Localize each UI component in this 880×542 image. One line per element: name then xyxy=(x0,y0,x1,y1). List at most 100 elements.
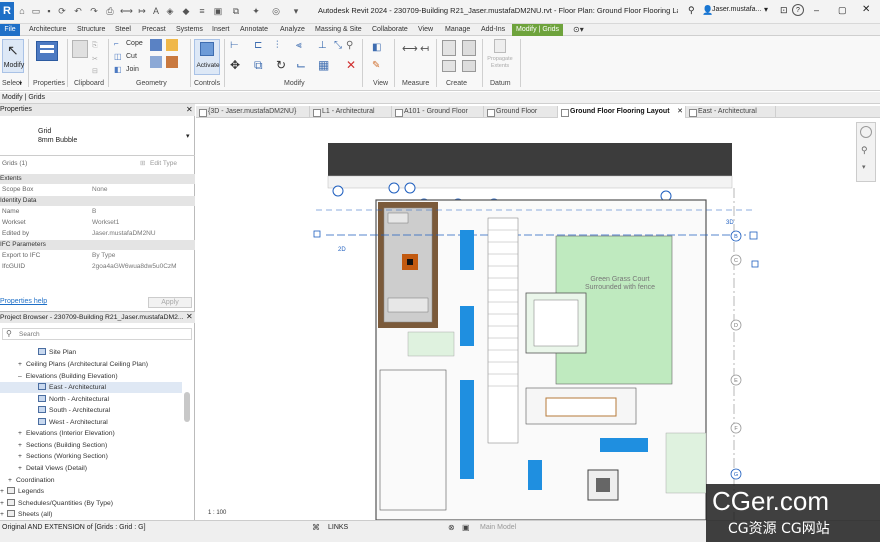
join-icon[interactable]: ◧ xyxy=(114,65,122,74)
cope-label[interactable]: Cope xyxy=(126,40,143,47)
workset-icon[interactable]: ⊗ xyxy=(448,523,455,532)
copy-icon[interactable]: ⎘ xyxy=(92,42,98,50)
workset-row[interactable]: Workset Workset1 xyxy=(0,217,195,228)
tab-annotate[interactable]: Annotate xyxy=(240,24,268,36)
section-icon[interactable]: ◆ xyxy=(180,5,192,17)
delete-icon[interactable]: ✕ xyxy=(346,58,356,72)
mirror-axis-icon[interactable]: ⫶ xyxy=(276,40,279,51)
create-assembly-icon[interactable] xyxy=(442,40,456,56)
ifc-section[interactable]: IFC Parameters xyxy=(0,240,195,250)
tab-modify-grids[interactable]: Modify | Grids xyxy=(512,24,564,36)
wall-joins-icon[interactable] xyxy=(150,39,162,51)
cut-label[interactable]: Cut xyxy=(126,53,137,60)
offset-icon[interactable]: ⊏ xyxy=(254,40,262,51)
expand-icon[interactable]: + xyxy=(0,511,4,518)
home-icon[interactable]: ⌂ xyxy=(16,5,28,17)
view-tab-east-architectural[interactable]: East - Architectural xyxy=(686,106,776,118)
view-tab-l1-architectural[interactable]: L1 - Architectural xyxy=(310,106,392,118)
nav-dropdown-icon[interactable]: ▾ xyxy=(862,163,866,171)
browser-item-site-plan[interactable]: Site Plan xyxy=(38,347,76,358)
browser-search-input[interactable] xyxy=(19,330,179,339)
browser-close-icon[interactable]: ✕ xyxy=(186,312,193,321)
browser-search-box[interactable]: ⚲ xyxy=(2,328,192,340)
browser-item-ceiling-plans[interactable]: + Ceiling Plans (Architectural Ceiling Pl… xyxy=(18,359,148,370)
split-icon[interactable]: ⊥ xyxy=(318,40,327,51)
tab-file[interactable]: File xyxy=(0,24,20,36)
close-icon[interactable]: ✕ xyxy=(862,4,870,15)
browser-item-legends[interactable]: + Legends xyxy=(0,486,44,497)
browser-item-detail-views[interactable]: + Detail Views (Detail) xyxy=(18,463,87,474)
ifcguid-value[interactable]: 2goa4aGW6wua8dw5u0CzM xyxy=(92,261,177,272)
tab-massing-site[interactable]: Massing & Site xyxy=(315,24,362,36)
undo-icon[interactable]: ↶ xyxy=(72,5,84,17)
properties-close-icon[interactable]: ✕ xyxy=(186,105,193,114)
override-graphics-icon[interactable]: ✎ xyxy=(372,60,380,71)
help-icon[interactable]: ? xyxy=(792,4,804,16)
browser-item-south-architectural[interactable]: South - Architectural xyxy=(38,405,110,416)
cut-icon[interactable]: ◫ xyxy=(114,52,122,61)
measure-tool-icon[interactable]: ⟷ xyxy=(402,42,418,55)
view-scale[interactable]: 1 : 100 xyxy=(208,510,227,516)
scope-box-row[interactable]: Scope Box None xyxy=(0,184,195,195)
edit-type-icon[interactable]: ⊞ xyxy=(140,158,145,169)
collapse-icon[interactable]: – xyxy=(18,373,22,380)
browser-item-west-architectural[interactable]: West - Architectural xyxy=(38,417,108,428)
properties-help-link[interactable]: Properties help xyxy=(0,298,47,305)
customize-icon[interactable]: ▾ xyxy=(290,5,302,17)
grid-2d-label[interactable]: 2D xyxy=(338,247,346,253)
cart-button-icon[interactable]: ⊡ xyxy=(780,5,788,16)
tab-collaborate[interactable]: Collaborate xyxy=(372,24,408,36)
create-similar-icon[interactable] xyxy=(462,60,476,72)
tab-architecture[interactable]: Architecture xyxy=(29,24,66,36)
modify-button[interactable]: ↖ Modify xyxy=(2,39,24,73)
zoom-icon[interactable]: ⚲ xyxy=(861,145,868,156)
view-tab-close-icon[interactable]: ✕ xyxy=(677,106,683,118)
browser-item-sheets[interactable]: + Sheets (all) xyxy=(0,509,52,520)
expand-icon[interactable]: + xyxy=(8,477,12,484)
drawing-area[interactable]: Green Grass Court Surrounded with fence xyxy=(196,118,880,520)
browser-item-north-architectural[interactable]: North - Architectural xyxy=(38,394,109,405)
instance-filter[interactable]: Grids (1) ⊞ Edit Type xyxy=(0,158,195,169)
cart-icon[interactable]: ▾ xyxy=(764,5,768,14)
array-icon[interactable]: ▦ xyxy=(318,58,329,72)
trim-icon[interactable]: ⌙ xyxy=(296,58,306,72)
expand-icon[interactable]: + xyxy=(0,500,4,507)
print-icon[interactable]: ⎙ xyxy=(104,5,116,17)
tab-analyze[interactable]: Analyze xyxy=(280,24,305,36)
ribbon-options-icon[interactable]: ⊙▾ xyxy=(573,24,584,36)
expand-icon[interactable]: + xyxy=(18,361,22,368)
grid-bubble-top[interactable] xyxy=(388,182,400,194)
design-options-icon[interactable]: ▣ xyxy=(462,523,470,532)
scope-box-value[interactable]: None xyxy=(92,184,108,195)
floor-plan-drawing[interactable]: Green Grass Court Surrounded with fence xyxy=(196,118,880,520)
minimize-icon[interactable]: – xyxy=(814,5,819,15)
3d-view-icon[interactable]: ◈ xyxy=(164,5,176,17)
split-face-icon[interactable] xyxy=(150,56,162,68)
name-row[interactable]: Name B xyxy=(0,206,195,217)
view-tab-3d[interactable]: {3D - Jaser.mustafaDM2NU} xyxy=(196,106,310,118)
revit-logo[interactable]: R xyxy=(0,2,14,20)
tab-precast[interactable]: Precast xyxy=(142,24,166,36)
thin-lines-icon[interactable]: ≡ xyxy=(196,5,208,17)
tab-steel[interactable]: Steel xyxy=(115,24,131,36)
tag-icon[interactable]: A xyxy=(150,5,162,17)
links-label[interactable]: LINKS xyxy=(328,524,348,531)
type-dropdown-icon[interactable]: ▾ xyxy=(186,132,190,140)
binoculars-icon[interactable]: ⚲ xyxy=(688,5,695,16)
grid-bubble-top[interactable] xyxy=(332,185,344,197)
match-icon[interactable]: ⊟ xyxy=(92,67,98,75)
aligned-dimension-icon[interactable]: ↤ xyxy=(420,42,429,55)
cope-icon[interactable]: ⌐ xyxy=(114,39,119,48)
expand-icon[interactable]: + xyxy=(0,488,4,495)
expand-icon[interactable]: + xyxy=(18,465,22,472)
view-tab-ground-floor[interactable]: Ground Floor xyxy=(484,106,558,118)
export-ifc-value[interactable]: By Type xyxy=(92,250,115,261)
export-ifc-row[interactable]: Export to IFC By Type xyxy=(0,250,195,261)
scale-icon[interactable]: ⤡ xyxy=(334,40,342,51)
select-icon[interactable]: ◎ xyxy=(270,5,282,17)
browser-item-building-sections[interactable]: + Sections (Building Section) xyxy=(18,440,107,451)
tab-view[interactable]: View xyxy=(418,24,433,36)
cut-clip-icon[interactable]: ✂ xyxy=(92,55,98,63)
tab-insert[interactable]: Insert xyxy=(212,24,230,36)
close-hidden-icon[interactable]: ▣ xyxy=(212,5,224,17)
